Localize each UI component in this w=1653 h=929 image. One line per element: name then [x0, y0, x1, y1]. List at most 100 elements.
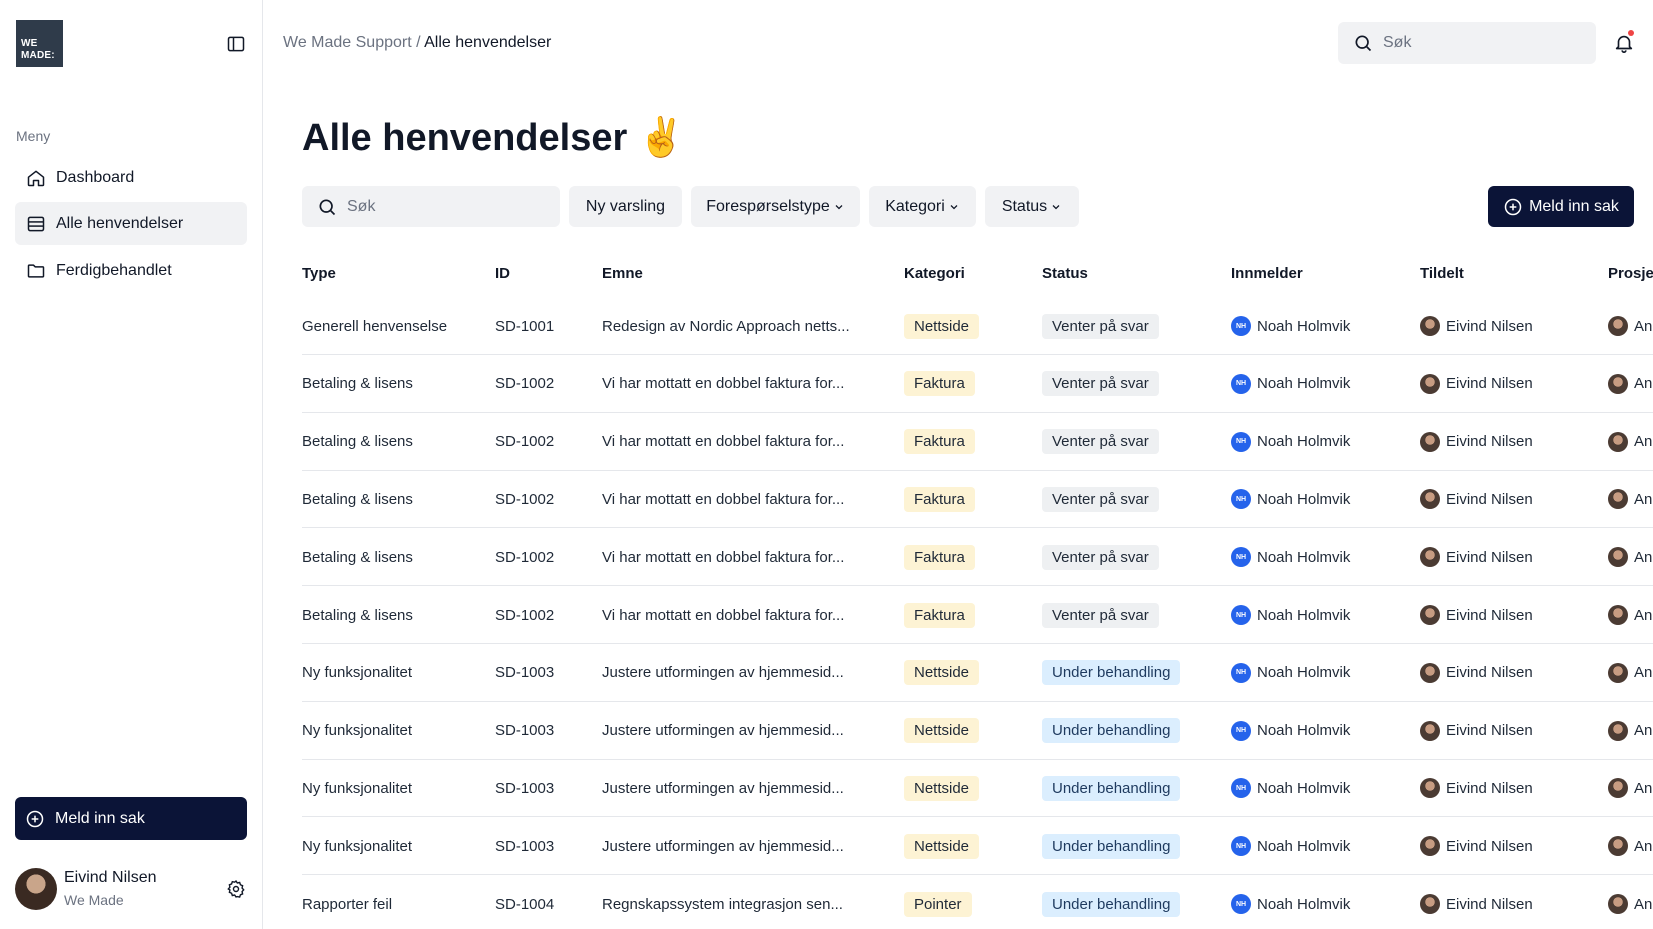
sidebar-toggle-icon[interactable]	[226, 34, 246, 54]
cell-subject: Justere utformingen av hjemmesid...	[602, 644, 844, 702]
breadcrumb-root[interactable]: We Made Support /	[283, 34, 421, 51]
plus-circle-icon	[1504, 198, 1522, 215]
column-header-id[interactable]: ID	[495, 265, 510, 282]
user-avatar	[1608, 662, 1628, 683]
table-row[interactable]: Generell henvenselse SD-1001 Redesign av N…	[302, 297, 1653, 355]
cell-id-text: SD-1003	[495, 664, 555, 682]
column-header-kategori[interactable]: Kategori	[904, 265, 965, 282]
cell-type-text: Rapporter feil	[302, 895, 393, 913]
cell-project: An	[1608, 817, 1652, 875]
cell-assignee: Eivind Nilsen	[1420, 817, 1533, 875]
sidebar-item-dashboard[interactable]: Dashboard	[15, 156, 247, 199]
table-row[interactable]: Rapporter feil SD-1004 Regnskapssystem int…	[302, 875, 1653, 929]
cell-subject: Redesign av Nordic Approach netts...	[602, 297, 850, 355]
cell-project: An	[1608, 355, 1652, 413]
cell-project: An	[1608, 644, 1652, 702]
filter-ny-varsling[interactable]: Ny varsling	[569, 186, 682, 227]
cell-type-text: Betaling & lisens	[302, 548, 413, 566]
cell-type: Generell henvenselse	[302, 297, 447, 355]
status-badge: Venter på svar	[1042, 602, 1159, 628]
cell-id-text: SD-1003	[495, 722, 555, 740]
cell-project: An	[1608, 759, 1652, 817]
category-badge: Faktura	[904, 429, 975, 455]
table-row[interactable]: Ny funksjonalitet SD-1003 Justere utformin…	[302, 759, 1653, 818]
logo-line-2: MADE:	[21, 50, 55, 61]
cell-subject: Vi har mottatt en dobbel faktura for...	[602, 528, 844, 586]
search-icon	[1355, 35, 1372, 52]
table-row[interactable]: Ny funksjonalitet SD-1003 Justere utformin…	[302, 817, 1653, 876]
cell-status: Venter på svar	[1042, 355, 1159, 413]
table-row[interactable]: Betaling & lisens SD-1002 Vi har mottatt e…	[302, 413, 1653, 471]
user-avatar	[1420, 489, 1440, 510]
cell-category: Faktura	[904, 413, 975, 471]
cell-reporter-text: Noah Holmvik	[1257, 779, 1351, 797]
we-made-logo[interactable]: WE MADE:	[16, 20, 63, 67]
cell-project-text: An	[1634, 664, 1653, 682]
filter-kategori[interactable]: Kategori	[869, 186, 976, 227]
cell-assignee-text: Eivind Nilsen	[1446, 895, 1533, 913]
filter-status[interactable]: Status	[985, 186, 1079, 227]
cell-reporter-text: Noah Holmvik	[1257, 375, 1351, 393]
table-search[interactable]	[302, 186, 560, 227]
column-header-prosjekt[interactable]: Prosje	[1608, 265, 1653, 282]
table-row[interactable]: Betaling & lisens SD-1002 Vi har mottatt e…	[302, 586, 1653, 644]
cell-project-text: An	[1634, 606, 1653, 624]
cell-reporter: NH Noah Holmvik	[1231, 470, 1350, 528]
cell-assignee: Eivind Nilsen	[1420, 586, 1533, 644]
column-header-tildelt[interactable]: Tildelt	[1420, 265, 1464, 282]
column-header-innmelder[interactable]: Innmelder	[1231, 265, 1303, 282]
table-row[interactable]: Betaling & lisens SD-1002 Vi har mottatt e…	[302, 355, 1653, 413]
cell-subject: Vi har mottatt en dobbel faktura for...	[602, 413, 844, 471]
gear-icon[interactable]	[226, 879, 246, 899]
table-row[interactable]: Ny funksjonalitet SD-1003 Justere utformin…	[302, 702, 1653, 760]
filter-foresporselstype[interactable]: Forespørselstype	[691, 186, 860, 227]
category-badge: Faktura	[904, 371, 975, 397]
cell-subject-text: Justere utformingen av hjemmesid...	[602, 664, 844, 682]
sidebar-item-label: Ferdigbehandlet	[56, 261, 172, 279]
table-row[interactable]: Ny funksjonalitet SD-1003 Justere utformin…	[302, 644, 1653, 702]
cell-assignee: Eivind Nilsen	[1420, 297, 1533, 355]
header-search[interactable]	[1338, 22, 1596, 64]
cell-type-text: Betaling & lisens	[302, 375, 413, 393]
category-badge: Nettside	[904, 660, 980, 686]
filter-label: Kategori	[885, 197, 945, 215]
column-header-type[interactable]: Type	[302, 265, 336, 282]
category-badge: Faktura	[904, 486, 975, 512]
table-row[interactable]: Betaling & lisens SD-1002 Vi har mottatt e…	[302, 528, 1653, 587]
user-avatar	[1608, 605, 1628, 625]
cell-subject-text: Regnskapssystem integrasjon sen...	[602, 895, 843, 913]
user-avatar	[1608, 373, 1628, 394]
column-header-status[interactable]: Status	[1042, 265, 1088, 282]
cell-subject: Justere utformingen av hjemmesid...	[602, 817, 844, 875]
cell-id: SD-1002	[495, 470, 554, 528]
cell-project-text: An	[1634, 317, 1653, 335]
cell-assignee-text: Eivind Nilsen	[1446, 433, 1533, 451]
user-avatar	[1608, 316, 1628, 336]
status-badge: Under behandling	[1042, 891, 1181, 917]
cell-assignee: Eivind Nilsen	[1420, 644, 1533, 702]
sidebar-item-alle-henvendelser[interactable]: Alle henvendelser	[15, 202, 247, 245]
menu-title: Meny	[16, 128, 51, 144]
cell-project-text: An	[1634, 548, 1653, 566]
sidebar-item-ferdigbehandlet[interactable]: Ferdigbehandlet	[15, 249, 247, 292]
cell-reporter: NH Noah Holmvik	[1231, 297, 1350, 355]
cell-reporter: NH Noah Holmvik	[1231, 702, 1350, 760]
cell-assignee-text: Eivind Nilsen	[1446, 375, 1533, 393]
cell-assignee-text: Eivind Nilsen	[1446, 837, 1533, 855]
user-avatar[interactable]	[15, 868, 57, 910]
reporter-avatar: NH	[1231, 373, 1251, 394]
table-search-input[interactable]	[347, 197, 527, 216]
meld-inn-sak-button[interactable]: Meld inn sak	[1488, 186, 1634, 227]
cell-id: SD-1003	[495, 702, 554, 760]
table-row[interactable]: Betaling & lisens SD-1002 Vi har mottatt e…	[302, 470, 1653, 529]
status-badge: Venter på svar	[1042, 429, 1159, 455]
header-search-input[interactable]	[1383, 34, 1563, 52]
status-badge: Venter på svar	[1042, 486, 1159, 512]
filter-label: Ny varsling	[585, 197, 666, 215]
user-organization: We Made	[64, 892, 124, 908]
cell-id: SD-1004	[495, 875, 554, 929]
page-title: Alle henvendelser ✌️	[302, 117, 686, 159]
column-header-emne[interactable]: Emne	[602, 265, 643, 282]
category-badge: Nettside	[904, 718, 980, 744]
sidebar-meld-inn-sak-button[interactable]: Meld inn sak	[15, 797, 247, 840]
